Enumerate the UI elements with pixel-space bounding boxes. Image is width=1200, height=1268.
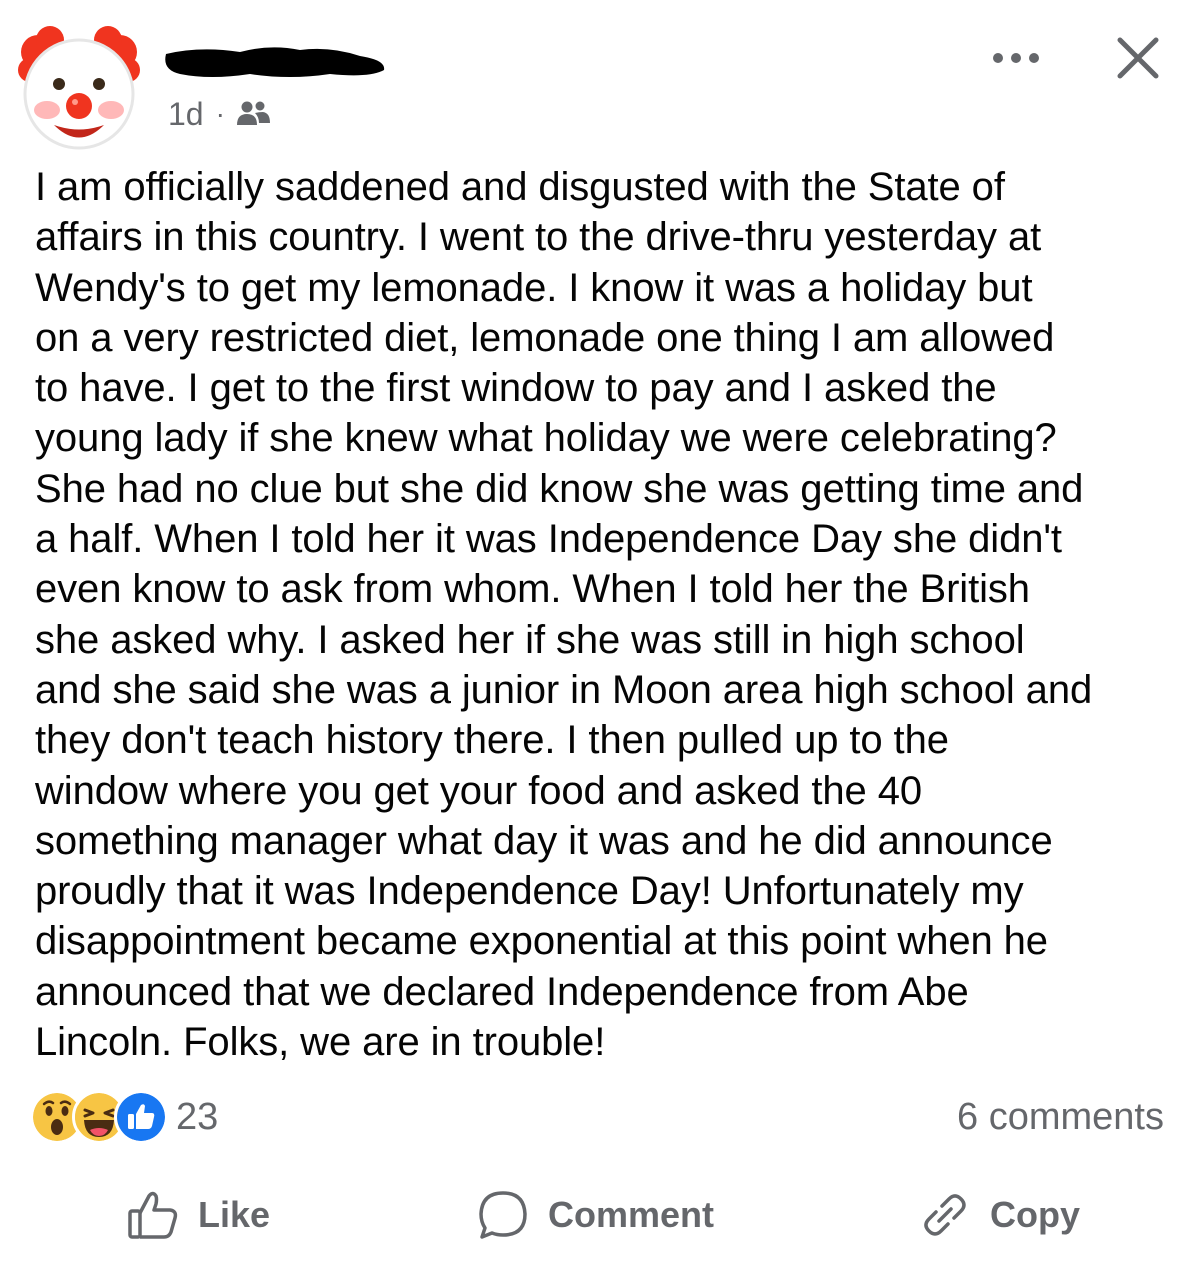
reaction-count: 23 xyxy=(176,1095,219,1138)
more-options-button[interactable] xyxy=(986,38,1046,78)
reaction-icons xyxy=(30,1090,168,1144)
like-reaction-icon xyxy=(114,1090,168,1144)
copy-label: Copy xyxy=(990,1194,1080,1235)
facebook-post: 1d · I am officially saddened and disgus… xyxy=(0,0,1200,1268)
thumbs-up-icon xyxy=(128,1191,178,1239)
meta-separator: · xyxy=(215,98,225,129)
like-button[interactable]: Like xyxy=(126,1180,270,1250)
comment-button[interactable]: Comment xyxy=(476,1180,714,1250)
post-text: I am officially saddened and disgusted w… xyxy=(35,165,1093,1065)
close-icon xyxy=(1117,37,1159,79)
post-time[interactable]: 1d xyxy=(168,96,204,133)
comments-count-link[interactable]: 6 comments xyxy=(957,1092,1164,1142)
close-button[interactable] xyxy=(1108,30,1168,86)
friends-icon[interactable] xyxy=(235,99,271,129)
link-icon xyxy=(924,1194,966,1236)
more-options-icon xyxy=(993,53,1039,63)
comment-icon xyxy=(479,1191,527,1239)
post-meta: 1d · xyxy=(168,94,271,134)
post-action-bar: Like Comment Copy xyxy=(0,1180,1200,1250)
reactions-summary[interactable]: 23 xyxy=(30,1090,219,1144)
clown-avatar[interactable] xyxy=(14,22,144,152)
comment-label: Comment xyxy=(548,1194,715,1235)
author-name-redacted[interactable] xyxy=(160,40,390,84)
copy-button[interactable]: Copy xyxy=(918,1180,1080,1250)
like-label: Like xyxy=(198,1194,271,1235)
clown-face-icon xyxy=(18,26,140,150)
